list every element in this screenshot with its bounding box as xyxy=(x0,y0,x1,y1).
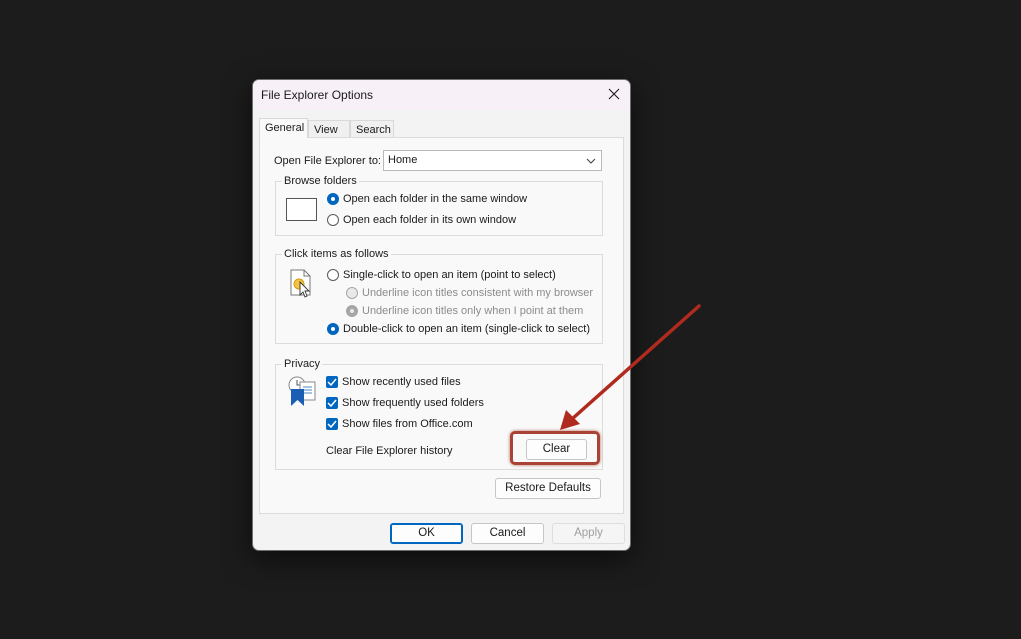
annotation-arrow-icon xyxy=(560,304,701,430)
tab-general[interactable]: General xyxy=(259,118,308,138)
